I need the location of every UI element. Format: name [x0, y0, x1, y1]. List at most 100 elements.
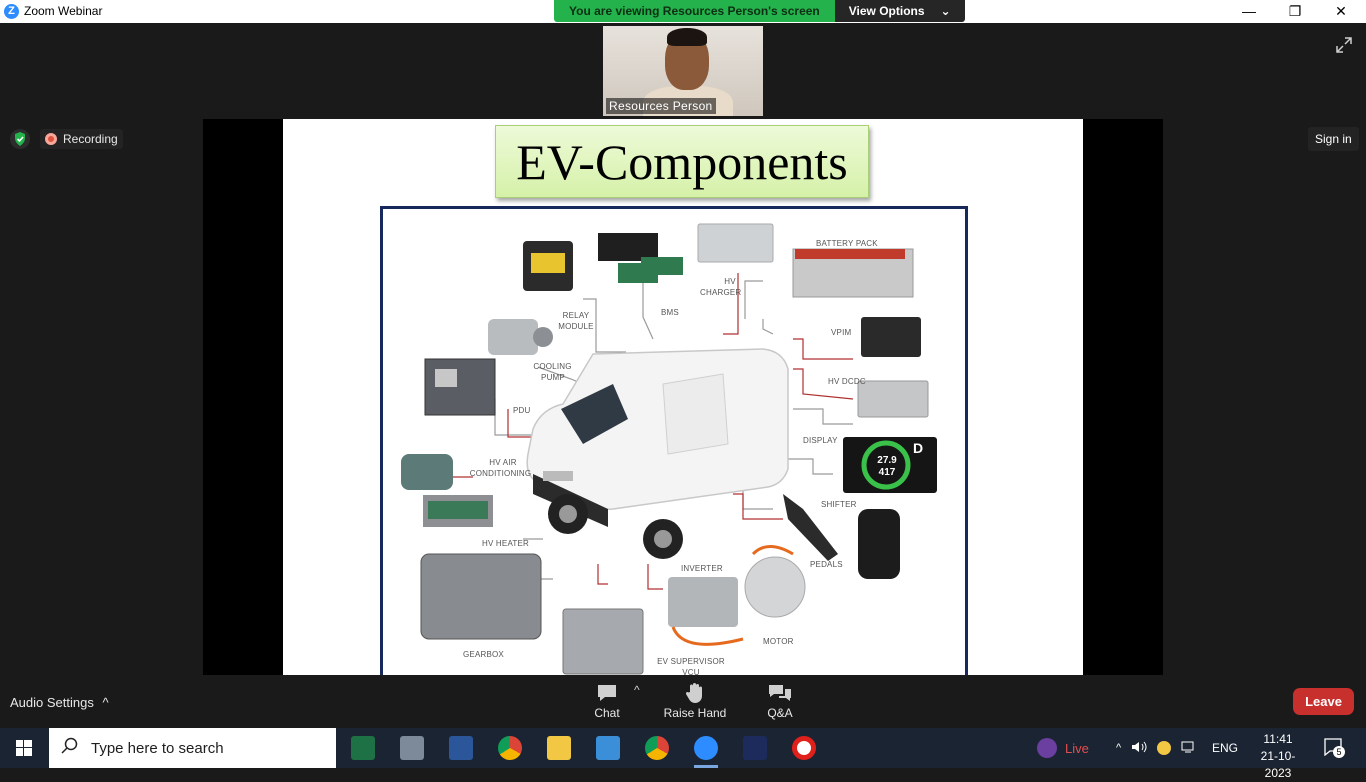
label-relay-line2: MODULE	[558, 322, 594, 331]
tray-expand-icon[interactable]: ^	[1116, 742, 1121, 754]
chrome-app-icon[interactable]	[498, 736, 522, 760]
label-pdu: PDU	[513, 406, 531, 415]
component-gearbox	[420, 553, 542, 640]
notification-center-button[interactable]: 5	[1324, 738, 1345, 758]
label-hv-air-line1: HV AIR	[489, 458, 517, 467]
chrome-profile-icon[interactable]	[645, 736, 669, 760]
label-vcu-line1: EV SUPERVISOR	[657, 657, 725, 666]
network-icon[interactable]	[1181, 740, 1197, 757]
windows-taskbar: Type here to search Live ^ ENG 11:41 21-…	[0, 728, 1366, 780]
qa-label: Q&A	[767, 706, 793, 720]
system-tray-icons: ^	[1116, 728, 1197, 768]
label-relay-line1: RELAY	[562, 311, 590, 320]
component-inverter	[668, 577, 744, 646]
component-vpim	[861, 317, 921, 357]
notification-count-badge: 5	[1333, 746, 1345, 758]
view-options-button[interactable]: View Options ⌄	[834, 0, 965, 22]
ev-components-figure: BATTERY PACK HV CHARGER BMS RELAY MODULE…	[380, 206, 968, 675]
label-display: DISPLAY	[803, 436, 838, 445]
component-hv-dcdc	[857, 380, 929, 418]
component-hv-heater	[423, 495, 493, 527]
language-indicator[interactable]: ENG	[1212, 728, 1238, 768]
volume-icon[interactable]	[1131, 740, 1147, 757]
component-cooling-pump	[488, 319, 553, 355]
clock-date: 21-10-2023	[1260, 749, 1296, 780]
recording-indicator[interactable]: Recording	[40, 129, 123, 149]
chevron-down-icon: ⌄	[940, 4, 951, 18]
raise-hand-label: Raise Hand	[663, 706, 727, 720]
live-indicator[interactable]: Live	[1037, 728, 1089, 768]
leave-button[interactable]: Leave	[1293, 688, 1354, 715]
taskbar-clock[interactable]: 11:41 21-10-2023	[1248, 731, 1308, 782]
display-gear: D	[913, 440, 924, 456]
component-vcu	[562, 608, 644, 675]
close-button[interactable]: ✕	[1318, 0, 1364, 23]
sign-in-button[interactable]: Sign in	[1308, 127, 1359, 151]
label-vpim: VPIM	[831, 328, 852, 337]
remote-desktop-icon[interactable]	[596, 736, 620, 760]
audio-settings-label: Audio Settings	[10, 695, 94, 710]
component-hv-charger	[697, 223, 774, 263]
raise-hand-icon	[660, 680, 730, 706]
webex-app-icon[interactable]	[743, 736, 767, 760]
minimize-button[interactable]: —	[1226, 0, 1272, 23]
live-label: Live	[1065, 740, 1089, 756]
chat-options-caret-icon[interactable]: ^	[634, 683, 640, 697]
component-shifter	[858, 509, 900, 579]
component-relay-module	[523, 241, 573, 291]
zoom-app-icon: Z	[4, 4, 19, 19]
chat-label: Chat	[594, 706, 620, 720]
recording-dot-icon	[45, 133, 57, 145]
search-icon	[61, 737, 79, 759]
search-placeholder: Type here to search	[91, 739, 224, 757]
component-bms	[598, 233, 683, 283]
viewing-message: You are viewing Resources Person's scree…	[554, 0, 835, 22]
file-explorer-icon[interactable]	[547, 736, 571, 760]
label-inverter: INVERTER	[681, 564, 723, 573]
meeting-controls: Audio Settings ^ Chat ^ Raise Hand Q&A L…	[0, 675, 1366, 728]
security-center-icon[interactable]	[1157, 741, 1172, 755]
qa-button[interactable]: Q&A	[745, 680, 815, 720]
presentation-slide: EV-Components BATTERY PACK HV CHARGER BM…	[283, 119, 1083, 675]
restore-button[interactable]: ❐	[1272, 0, 1318, 23]
chat-button[interactable]: Chat	[572, 680, 642, 720]
label-cooling-line1: COOLING	[533, 362, 572, 371]
label-gearbox: GEARBOX	[463, 650, 504, 659]
fullscreen-icon[interactable]	[1335, 36, 1353, 54]
label-hv-dcdc: HV DCDC	[828, 377, 866, 386]
security-shield-icon[interactable]	[10, 129, 30, 149]
label-hv-charger-line1: HV	[724, 277, 736, 286]
taskbar-search-box[interactable]: Type here to search	[49, 728, 336, 768]
zoom-taskbar-icon[interactable]	[694, 736, 718, 760]
label-hv-heater: HV HEATER	[482, 539, 529, 548]
window-title: Zoom Webinar	[24, 4, 103, 18]
qa-icon	[745, 680, 815, 706]
recording-label: Recording	[63, 132, 118, 146]
opera-app-icon[interactable]	[792, 736, 816, 760]
raise-hand-button[interactable]: Raise Hand	[660, 680, 730, 720]
component-hv-air-conditioning	[401, 454, 453, 490]
caret-up-icon: ^	[102, 695, 109, 710]
excel-app-icon[interactable]	[351, 736, 375, 760]
ev-diagram	[401, 223, 937, 675]
label-vcu-line2: VCU	[682, 668, 700, 675]
display-range: 417	[878, 467, 896, 478]
live-badge-icon	[1037, 738, 1057, 758]
participant-video[interactable]: Resources Person	[603, 26, 763, 116]
label-cooling-line2: PUMP	[541, 373, 565, 382]
calculator-app-icon[interactable]	[400, 736, 424, 760]
word-app-icon[interactable]	[449, 736, 473, 760]
chat-icon	[572, 680, 642, 706]
clock-time: 11:41	[1263, 732, 1293, 746]
label-hv-charger-line2: CHARGER	[700, 288, 742, 297]
display-speed: 27.9	[877, 455, 897, 466]
label-motor: MOTOR	[763, 637, 794, 646]
participant-name: Resources Person	[606, 98, 716, 114]
label-bms: BMS	[661, 308, 679, 317]
screen-share-banner: You are viewing Resources Person's scree…	[554, 0, 965, 22]
windows-start-button[interactable]	[0, 728, 48, 768]
label-battery-pack: BATTERY PACK	[816, 239, 878, 248]
audio-settings-button[interactable]: Audio Settings ^	[10, 695, 109, 710]
component-motor	[744, 545, 806, 618]
label-shifter: SHIFTER	[821, 500, 857, 509]
